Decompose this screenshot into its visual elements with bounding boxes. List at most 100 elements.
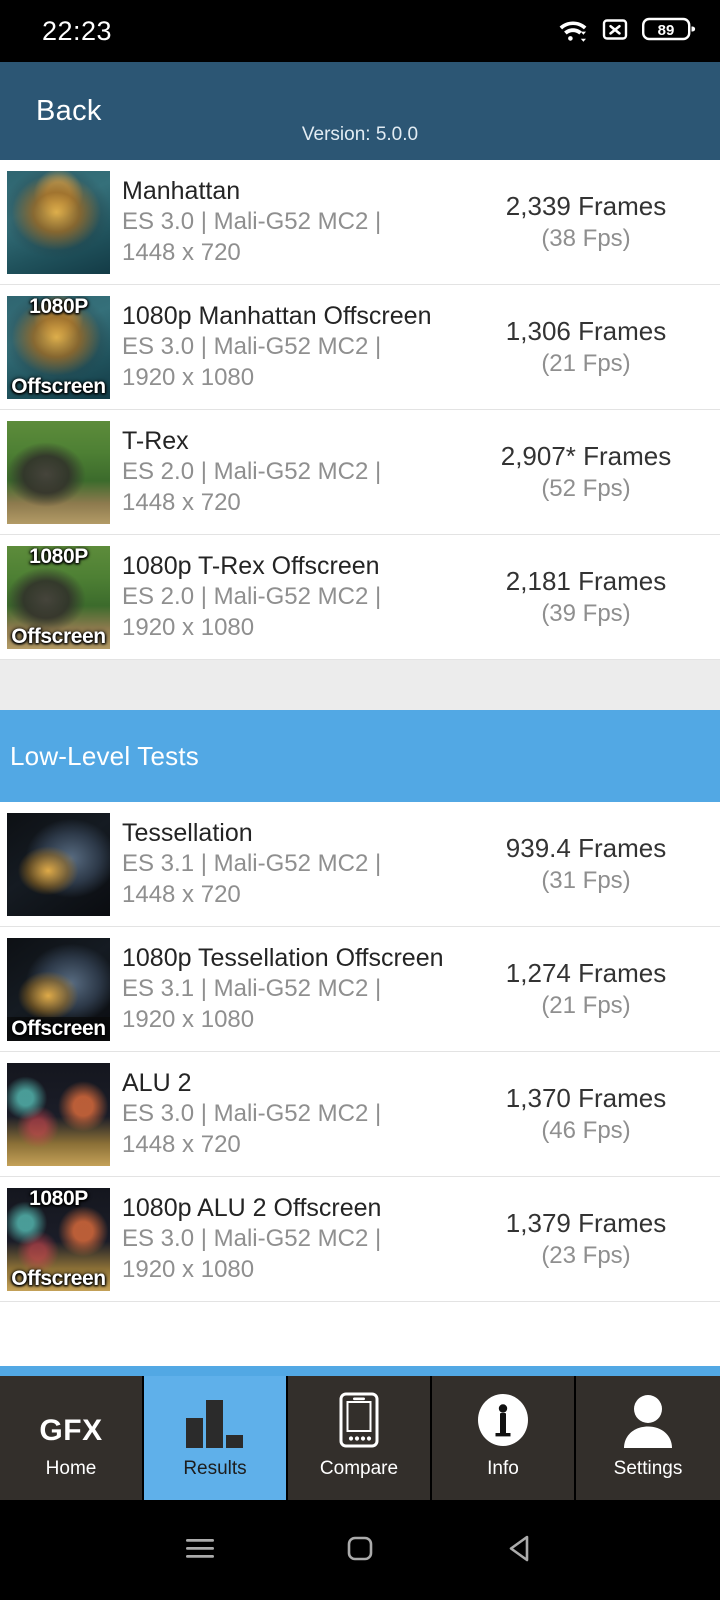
table-row[interactable]: 1080P Offscreen 1080p Manhattan Offscreen E… — [0, 285, 720, 410]
section-header: Low-Level Tests — [0, 710, 720, 802]
tab-results[interactable]: Results — [144, 1376, 288, 1500]
status-icon-group: 89 — [558, 16, 696, 47]
table-row[interactable]: Manhattan ES 3.0 | Mali-G52 MC2 | 1448 x 7… — [0, 160, 720, 285]
row-thumbnail-wrap — [0, 1062, 110, 1166]
tab-info[interactable]: Info — [432, 1376, 576, 1500]
recents-icon[interactable] — [183, 1531, 217, 1570]
score-fps: (23 Fps) — [541, 1241, 631, 1269]
app-header: Back Version: 5.0.0 — [0, 62, 720, 160]
benchmark-api-gpu: ES 3.1 | Mali-G52 MC2 | — [122, 850, 382, 878]
benchmark-thumbnail-icon: 1080P Offscreen — [7, 295, 110, 399]
score-frames: 1,370 Frames — [505, 1083, 667, 1114]
bar-chart-icon — [182, 1396, 248, 1448]
row-text-block: 1080p Manhattan Offscreen ES 3.0 | Mali-G… — [110, 301, 470, 394]
benchmark-resolution: 1448 x 720 — [122, 239, 241, 267]
benchmark-name: T-Rex — [122, 426, 189, 455]
battery-icon: 89 — [642, 16, 696, 47]
benchmark-name: Manhattan — [122, 176, 241, 205]
android-navigation-bar[interactable] — [0, 1500, 720, 1600]
row-text-block: 1080p Tessellation Offscreen ES 3.1 | Mal… — [110, 943, 470, 1036]
thumbnail-resolution-badge: 1080P — [29, 1187, 88, 1210]
phone-icon — [339, 1392, 379, 1448]
bottom-tab-bar[interactable]: GFX Home Results Compare Info Settings — [0, 1376, 720, 1500]
tab-compare-label: Compare — [319, 1458, 399, 1479]
benchmark-thumbnail-icon — [7, 420, 110, 524]
benchmark-resolution: 1920 x 1080 — [122, 364, 255, 392]
app-root: 22:23 89 Back Version: 5.0.0 Manhattan E… — [0, 0, 720, 1600]
score-fps: (31 Fps) — [541, 866, 631, 894]
thumbnail-offscreen-badge: Offscreen — [11, 374, 106, 398]
benchmark-api-gpu: ES 3.0 | Mali-G52 MC2 | — [122, 208, 382, 236]
thumbnail-offscreen-badge: Offscreen — [7, 1016, 110, 1041]
score-frames: 2,907* Frames — [500, 441, 672, 472]
score-fps: (39 Fps) — [541, 599, 631, 627]
thumbnail-resolution-badge: 1080P — [29, 295, 88, 318]
tab-home[interactable]: GFX Home — [0, 1376, 144, 1500]
benchmark-name: ALU 2 — [122, 1068, 192, 1097]
row-thumbnail-wrap: 1080P Offscreen — [0, 1187, 110, 1291]
benchmark-api-gpu: ES 3.0 | Mali-G52 MC2 | — [122, 1225, 382, 1253]
row-thumbnail-wrap — [0, 170, 110, 274]
tab-settings[interactable]: Settings — [576, 1376, 720, 1500]
version-label: Version: 5.0.0 — [301, 124, 419, 145]
table-row[interactable]: Offscreen 1080p Tessellation Offscreen ES … — [0, 927, 720, 1052]
row-score-block: 1,274 Frames (21 Fps) — [470, 957, 720, 1021]
back-icon[interactable] — [503, 1531, 537, 1570]
benchmark-api-gpu: ES 3.1 | Mali-G52 MC2 | — [122, 975, 382, 1003]
score-frames: 2,339 Frames — [505, 191, 667, 222]
status-bar: 22:23 89 — [0, 0, 720, 62]
row-thumbnail-wrap: 1080P Offscreen — [0, 295, 110, 399]
table-row[interactable]: 1080P Offscreen 1080p ALU 2 Offscreen ES 3.… — [0, 1177, 720, 1302]
row-score-block: 2,907* Frames (52 Fps) — [470, 440, 720, 504]
benchmark-thumbnail-icon — [7, 170, 110, 274]
score-fps: (21 Fps) — [541, 991, 631, 1019]
person-icon — [620, 1395, 676, 1448]
score-frames: 2,181 Frames — [505, 566, 667, 597]
row-text-block: 1080p T-Rex Offscreen ES 2.0 | Mali-G52 M… — [110, 551, 470, 644]
benchmark-thumbnail-icon: 1080P Offscreen — [7, 1187, 110, 1291]
benchmark-resolution: 1920 x 1080 — [122, 614, 255, 642]
score-frames: 1,274 Frames — [505, 958, 667, 989]
row-score-block: 2,339 Frames (38 Fps) — [470, 190, 720, 254]
results-list[interactable]: Manhattan ES 3.0 | Mali-G52 MC2 | 1448 x 7… — [0, 160, 720, 1366]
section-separator — [0, 660, 720, 710]
tab-info-label: Info — [487, 1458, 519, 1479]
score-fps: (38 Fps) — [541, 224, 631, 252]
benchmark-name: Tessellation — [122, 818, 253, 847]
score-frames: 939.4 Frames — [505, 833, 667, 864]
row-text-block: Tessellation ES 3.1 | Mali-G52 MC2 | 1448 … — [110, 818, 470, 911]
table-row[interactable]: ALU 2 ES 3.0 | Mali-G52 MC2 | 1448 x 720 1,… — [0, 1052, 720, 1177]
row-thumbnail-wrap — [0, 812, 110, 916]
benchmark-name: 1080p ALU 2 Offscreen — [122, 1193, 382, 1222]
row-score-block: 939.4 Frames (31 Fps) — [470, 832, 720, 896]
row-text-block: 1080p ALU 2 Offscreen ES 3.0 | Mali-G52 M… — [110, 1193, 470, 1286]
benchmark-thumbnail-icon — [7, 1062, 110, 1166]
benchmark-resolution: 1920 x 1080 — [122, 1256, 255, 1284]
info-circle-icon — [475, 1394, 531, 1448]
tab-settings-label: Settings — [613, 1458, 683, 1479]
benchmark-name: 1080p T-Rex Offscreen — [122, 551, 380, 580]
row-text-block: T-Rex ES 2.0 | Mali-G52 MC2 | 1448 x 720 — [110, 426, 470, 519]
home-icon[interactable] — [343, 1531, 377, 1570]
row-text-block: ALU 2 ES 3.0 | Mali-G52 MC2 | 1448 x 720 — [110, 1068, 470, 1161]
benchmark-thumbnail-icon: 1080P Offscreen — [7, 545, 110, 649]
benchmark-resolution: 1448 x 720 — [122, 489, 241, 517]
table-row[interactable]: 1080P Offscreen 1080p T-Rex Offscreen ES 2.… — [0, 535, 720, 660]
table-row[interactable]: T-Rex ES 2.0 | Mali-G52 MC2 | 1448 x 720 2,… — [0, 410, 720, 535]
back-button[interactable]: Back — [0, 95, 102, 128]
benchmark-thumbnail-icon — [7, 812, 110, 916]
benchmark-thumbnail-icon: Offscreen — [7, 937, 110, 1041]
row-thumbnail-wrap: Offscreen — [0, 937, 110, 1041]
table-row[interactable]: Tessellation ES 3.1 | Mali-G52 MC2 | 1448 … — [0, 802, 720, 927]
row-thumbnail-wrap — [0, 420, 110, 524]
thumbnail-offscreen-badge: Offscreen — [11, 1266, 106, 1290]
status-clock: 22:23 — [42, 15, 113, 46]
gfx-logo-text: GFX — [39, 1414, 103, 1447]
tab-compare[interactable]: Compare — [288, 1376, 432, 1500]
wifi-icon — [558, 16, 588, 47]
no-sim-icon — [602, 16, 628, 47]
thumbnail-offscreen-badge: Offscreen — [11, 624, 106, 648]
score-frames: 1,306 Frames — [505, 316, 667, 347]
benchmark-api-gpu: ES 2.0 | Mali-G52 MC2 | — [122, 458, 382, 486]
score-frames: 1,379 Frames — [505, 1208, 667, 1239]
